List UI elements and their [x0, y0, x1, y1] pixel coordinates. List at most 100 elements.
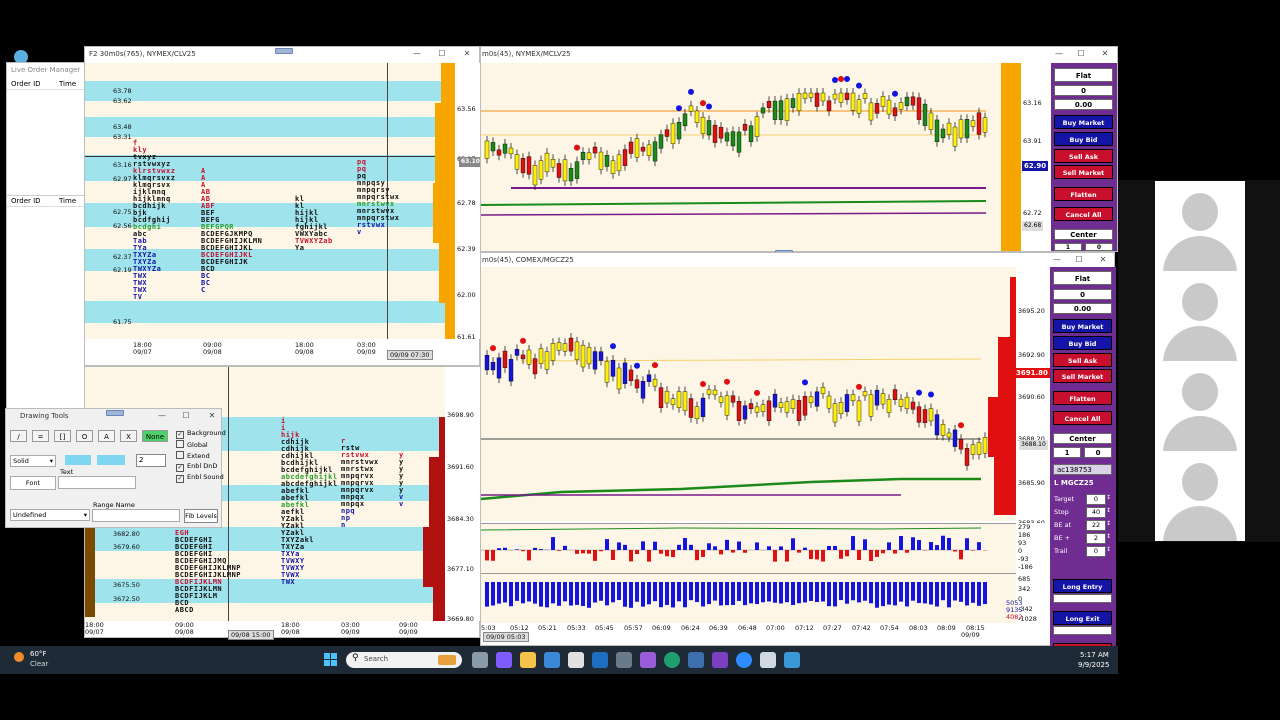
- window-grip-handle[interactable]: [106, 410, 124, 416]
- checkbox-extend[interactable]: Extend: [176, 451, 210, 460]
- text-input[interactable]: [58, 476, 136, 489]
- stepper-icon[interactable]: ↕: [1106, 520, 1111, 527]
- stepper-icon[interactable]: ↕: [1106, 533, 1111, 540]
- store-icon[interactable]: [544, 652, 560, 668]
- gc-long-exit-select[interactable]: [1053, 626, 1112, 635]
- cl-buy-market-button[interactable]: Buy Market: [1054, 115, 1113, 129]
- copilot-app-icon[interactable]: [640, 652, 656, 668]
- cl-buy-bid-button[interactable]: Buy Bid: [1054, 132, 1113, 146]
- close-icon[interactable]: ✕: [1097, 47, 1113, 61]
- hline-tool-button[interactable]: =: [32, 430, 49, 442]
- visual-studio-icon[interactable]: [712, 652, 728, 668]
- cl-sell-ask-button[interactable]: Sell Ask: [1054, 149, 1113, 163]
- checkbox-background[interactable]: ✓ Background: [176, 429, 226, 439]
- line-tool-button[interactable]: /: [10, 430, 27, 442]
- maximize-icon[interactable]: ☐: [434, 47, 450, 61]
- cl-offset-input[interactable]: 0: [1085, 243, 1113, 251]
- gc-sell-ask-button[interactable]: Sell Ask: [1053, 353, 1112, 367]
- param-input[interactable]: 22: [1086, 520, 1106, 531]
- text-tool-button[interactable]: A: [98, 430, 115, 442]
- gc-offset-input[interactable]: 0: [1084, 447, 1112, 458]
- ellipse-tool-button[interactable]: O: [76, 430, 93, 442]
- param-input[interactable]: 40: [1086, 507, 1106, 518]
- col-time-2[interactable]: Time: [59, 197, 76, 205]
- param-input[interactable]: 0: [1086, 494, 1106, 505]
- maximize-icon[interactable]: ☐: [178, 409, 194, 423]
- cl-sell-market-button[interactable]: Sell Market: [1054, 165, 1113, 179]
- close-icon[interactable]: ✕: [1095, 253, 1111, 267]
- rect-tool-button[interactable]: []: [54, 430, 71, 442]
- checkbox-icon[interactable]: [176, 451, 184, 459]
- color-swatch-1[interactable]: [65, 455, 91, 465]
- cl-cancel-all-button[interactable]: Cancel All: [1054, 207, 1113, 221]
- cl-center-button[interactable]: Center: [1054, 229, 1113, 240]
- checkbox-icon[interactable]: ✓: [176, 464, 184, 472]
- tpo-cl-plot[interactable]: 63.78 63.62 63.48 63.31 63.16 62.97 62.75 62.56…: [85, 63, 455, 339]
- checkbox-icon[interactable]: [176, 440, 184, 448]
- task-view-icon[interactable]: [472, 652, 488, 668]
- checkbox-enbl-sound[interactable]: ✓ Enbl Sound: [176, 473, 224, 483]
- gc-center-button[interactable]: Center: [1053, 433, 1112, 444]
- clock-time[interactable]: 5:17 AM: [1080, 651, 1109, 659]
- participant-avatar-1[interactable]: [1155, 181, 1245, 271]
- checkbox-icon[interactable]: ✓: [176, 431, 184, 439]
- gc-cancel-all-button[interactable]: Cancel All: [1053, 411, 1112, 425]
- chat-icon[interactable]: [688, 652, 704, 668]
- delete-tool-button[interactable]: X: [120, 430, 137, 442]
- search-box[interactable]: ⚲ Search: [346, 652, 462, 668]
- maximize-icon[interactable]: ☐: [1071, 253, 1087, 267]
- checkbox-enbl-dnd[interactable]: ✓ Enbl DnD: [176, 462, 217, 472]
- trading-app-icon[interactable]: [760, 652, 776, 668]
- gc-flatten-button[interactable]: Flatten: [1053, 391, 1112, 405]
- window-grip-handle[interactable]: [275, 48, 293, 54]
- gc-sell-market-button[interactable]: Sell Market: [1053, 369, 1112, 383]
- zoom-icon[interactable]: [736, 652, 752, 668]
- minimize-icon[interactable]: —: [409, 47, 425, 61]
- windows-start-icon[interactable]: [324, 653, 338, 667]
- participant-avatar-4[interactable]: [1155, 451, 1245, 541]
- col-order-id-2[interactable]: Order ID: [11, 197, 41, 205]
- maximize-icon[interactable]: ☐: [1073, 47, 1089, 61]
- edge-icon[interactable]: [664, 652, 680, 668]
- close-icon[interactable]: ✕: [204, 409, 220, 423]
- param-input[interactable]: 0: [1086, 546, 1106, 557]
- stepper-icon[interactable]: ↕: [1106, 507, 1111, 514]
- checkbox-global[interactable]: Global: [176, 440, 208, 449]
- col-time[interactable]: Time: [59, 80, 76, 88]
- range-name-input[interactable]: [92, 509, 180, 522]
- gc-long-entry-button[interactable]: Long Entry: [1053, 579, 1112, 593]
- param-input[interactable]: 2: [1086, 533, 1106, 544]
- line-style-select[interactable]: Solid ▾: [10, 455, 56, 467]
- weather-icon[interactable]: [14, 652, 24, 662]
- color-swatch-2[interactable]: [97, 455, 125, 465]
- photos-icon[interactable]: [568, 652, 584, 668]
- gc-buy-market-button[interactable]: Buy Market: [1053, 319, 1112, 333]
- participant-avatar-3[interactable]: [1155, 361, 1245, 451]
- minimize-icon[interactable]: —: [1051, 47, 1067, 61]
- cl-flatten-button[interactable]: Flatten: [1054, 187, 1113, 201]
- font-button[interactable]: Font: [10, 476, 56, 490]
- gc-price-plot[interactable]: [481, 267, 1016, 521]
- close-icon[interactable]: ✕: [459, 47, 475, 61]
- weather-temp[interactable]: 60°F: [30, 650, 46, 658]
- file-explorer-icon[interactable]: [520, 652, 536, 668]
- fib-levels-button[interactable]: Fib Levels: [184, 509, 218, 523]
- minimize-icon[interactable]: —: [154, 409, 170, 423]
- minimize-icon[interactable]: —: [1049, 253, 1065, 267]
- line-width-input[interactable]: 2: [136, 454, 166, 467]
- copilot-icon[interactable]: [496, 652, 512, 668]
- remote-app-icon[interactable]: [784, 652, 800, 668]
- settings-icon[interactable]: [616, 652, 632, 668]
- gc-long-entry-select[interactable]: [1053, 594, 1112, 603]
- stepper-icon[interactable]: ↕: [1106, 546, 1111, 553]
- gc-account-select[interactable]: ac138753: [1053, 464, 1112, 475]
- none-button[interactable]: None: [142, 430, 168, 442]
- gc-qty-input[interactable]: 1: [1053, 447, 1081, 458]
- gc-long-exit-button[interactable]: Long Exit: [1053, 611, 1112, 625]
- stepper-icon[interactable]: ↕: [1106, 494, 1111, 501]
- participant-avatar-2[interactable]: [1155, 271, 1245, 361]
- cl-price-plot[interactable]: [481, 63, 1021, 251]
- clock-date[interactable]: 9/9/2025: [1078, 661, 1109, 669]
- gc-buy-bid-button[interactable]: Buy Bid: [1053, 336, 1112, 350]
- outlook-icon[interactable]: [592, 652, 608, 668]
